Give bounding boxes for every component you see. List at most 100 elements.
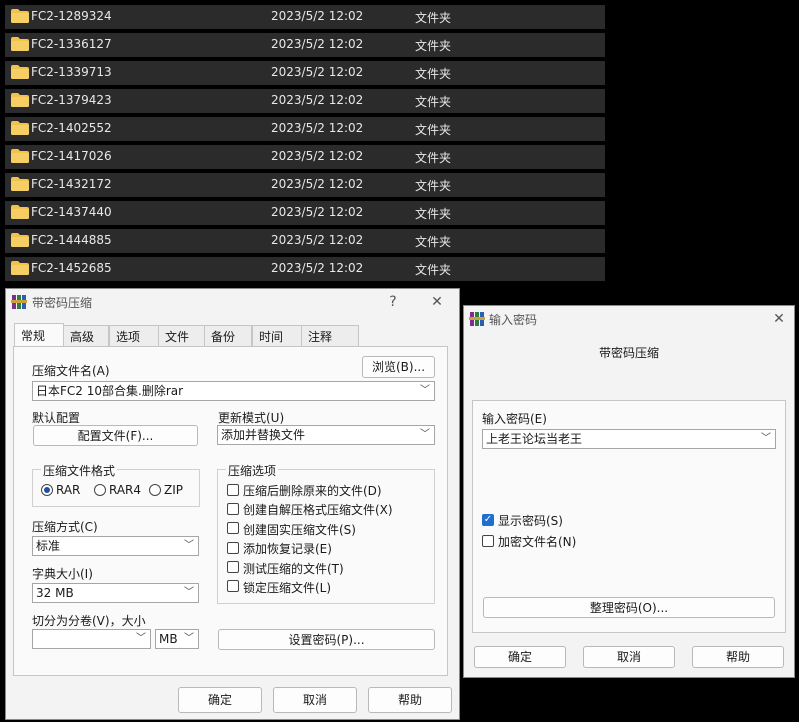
file-row[interactable]: FC2-1452685 2023/5/2 12:02 文件夹 xyxy=(5,257,605,281)
file-date: 2023/5/2 12:02 xyxy=(271,121,364,135)
chevron-down-icon[interactable]: ﹀ xyxy=(184,584,194,602)
tab-advanced[interactable]: 高级 xyxy=(63,325,109,347)
password-dialog-title: 输入密码 xyxy=(489,313,538,327)
tab-files[interactable]: 文件 xyxy=(158,325,205,347)
chevron-down-icon[interactable]: ﹀ xyxy=(136,630,146,648)
chevron-down-icon[interactable]: ﹀ xyxy=(420,426,430,444)
split-label: 切分为分卷(V)，大小 xyxy=(32,614,146,628)
method-label: 压缩方式(C) xyxy=(32,520,98,534)
tab-time[interactable]: 时间 xyxy=(252,325,302,347)
ok-button[interactable]: 确定 xyxy=(178,687,262,713)
format-rar4-label: RAR4 xyxy=(109,483,142,497)
recovery-record-label: 添加恢复记录(E) xyxy=(243,542,332,556)
file-type: 文件夹 xyxy=(415,67,452,81)
profile-button[interactable]: 配置文件(F)... xyxy=(33,425,198,446)
test-files-checkbox[interactable] xyxy=(227,561,239,573)
password-help-button[interactable]: 帮助 xyxy=(692,646,784,668)
delete-after-checkbox[interactable] xyxy=(227,484,239,496)
file-name: FC2-1437440 xyxy=(31,205,112,219)
file-name: FC2-1336127 xyxy=(31,37,112,51)
chevron-down-icon[interactable]: ﹀ xyxy=(184,537,194,555)
file-row[interactable]: FC2-1444885 2023/5/2 12:02 文件夹 xyxy=(5,229,605,253)
file-name: FC2-1417026 xyxy=(31,149,112,163)
update-mode-select[interactable]: 添加并替换文件 ﹀ xyxy=(217,425,435,445)
tab-backup[interactable]: 备份 xyxy=(204,325,252,347)
file-name: FC2-1289324 xyxy=(31,9,112,23)
recovery-record-checkbox[interactable] xyxy=(227,542,239,554)
file-row[interactable]: FC2-1379423 2023/5/2 12:02 文件夹 xyxy=(5,89,605,113)
solid-archive-checkbox[interactable] xyxy=(227,522,239,534)
archive-name-label: 压缩文件名(A) xyxy=(32,364,110,378)
close-icon[interactable]: ✕ xyxy=(426,292,448,312)
split-unit-value: MB xyxy=(159,632,178,646)
organize-passwords-button[interactable]: 整理密码(O)... xyxy=(483,597,775,618)
tab-comment[interactable]: 注释 xyxy=(301,325,359,347)
folder-icon xyxy=(11,9,29,23)
password-value: 上老王论坛当老王 xyxy=(486,432,583,446)
split-unit-select[interactable]: MB ﹀ xyxy=(155,629,199,649)
method-value: 标准 xyxy=(36,539,61,553)
solid-archive-label: 创建固实压缩文件(S) xyxy=(243,523,356,537)
file-name: FC2-1432172 xyxy=(31,177,112,191)
file-date: 2023/5/2 12:02 xyxy=(271,37,364,51)
file-row[interactable]: FC2-1432172 2023/5/2 12:02 文件夹 xyxy=(5,173,605,197)
tab-options[interactable]: 选项 xyxy=(109,325,159,347)
encrypt-names-checkbox[interactable] xyxy=(482,535,494,547)
help-icon[interactable]: ? xyxy=(382,292,404,312)
lock-archive-checkbox[interactable] xyxy=(227,580,239,592)
file-row[interactable]: FC2-1402552 2023/5/2 12:02 文件夹 xyxy=(5,117,605,141)
split-size-input[interactable]: ﹀ xyxy=(32,629,151,649)
archive-name-input[interactable]: 日本FC2 10部合集.删除rar ﹀ xyxy=(32,381,435,401)
password-ok-button[interactable]: 确定 xyxy=(474,646,566,668)
format-rar-radio[interactable] xyxy=(41,484,53,496)
lock-archive-label: 锁定压缩文件(L) xyxy=(243,581,332,595)
options-group-title: 压缩选项 xyxy=(226,462,279,479)
method-select[interactable]: 标准 ﹀ xyxy=(32,536,199,556)
file-name: FC2-1452685 xyxy=(31,261,112,275)
chevron-down-icon[interactable]: ﹀ xyxy=(184,630,194,648)
password-dialog-heading: 带密码压缩 xyxy=(599,346,660,360)
folder-icon xyxy=(11,121,29,135)
browse-button[interactable]: 浏览(B)... xyxy=(362,356,435,378)
file-date: 2023/5/2 12:02 xyxy=(271,261,364,275)
archive-dialog-titlebar[interactable]: 带密码压缩 ? ✕ xyxy=(6,289,459,315)
file-row[interactable]: FC2-1289324 2023/5/2 12:02 文件夹 xyxy=(5,5,605,29)
file-date: 2023/5/2 12:02 xyxy=(271,205,364,219)
file-row[interactable]: FC2-1336127 2023/5/2 12:02 文件夹 xyxy=(5,33,605,57)
format-zip-radio[interactable] xyxy=(149,484,161,496)
password-cancel-button[interactable]: 取消 xyxy=(583,646,675,668)
file-row[interactable]: FC2-1437440 2023/5/2 12:02 文件夹 xyxy=(5,201,605,225)
format-rar4-radio[interactable] xyxy=(94,484,106,496)
cancel-button[interactable]: 取消 xyxy=(273,687,357,713)
password-label: 输入密码(E) xyxy=(482,412,547,426)
dict-value: 32 MB xyxy=(36,586,74,600)
file-type: 文件夹 xyxy=(415,39,452,53)
default-profile-label: 默认配置 xyxy=(32,411,81,425)
file-row[interactable]: FC2-1339713 2023/5/2 12:02 文件夹 xyxy=(5,61,605,85)
folder-icon xyxy=(11,149,29,163)
tab-general[interactable]: 常规 xyxy=(14,323,64,347)
file-date: 2023/5/2 12:02 xyxy=(271,149,364,163)
show-password-checkbox[interactable]: ✓ xyxy=(482,514,494,526)
file-type: 文件夹 xyxy=(415,235,452,249)
file-date: 2023/5/2 12:02 xyxy=(271,93,364,107)
password-input[interactable]: 上老王论坛当老王 ﹀ xyxy=(482,429,776,449)
password-dialog-titlebar[interactable]: 输入密码 ✕ xyxy=(464,306,794,332)
format-rar-label: RAR xyxy=(56,483,81,497)
help-button[interactable]: 帮助 xyxy=(368,687,452,713)
encrypt-names-label: 加密文件名(N) xyxy=(498,535,577,549)
set-password-button[interactable]: 设置密码(P)... xyxy=(218,629,435,650)
file-name: FC2-1339713 xyxy=(31,65,112,79)
chevron-down-icon[interactable]: ﹀ xyxy=(761,430,771,448)
chevron-down-icon[interactable]: ﹀ xyxy=(420,382,430,400)
close-icon[interactable]: ✕ xyxy=(768,309,790,329)
folder-icon xyxy=(11,37,29,51)
test-files-label: 测试压缩的文件(T) xyxy=(243,562,344,576)
file-row[interactable]: FC2-1417026 2023/5/2 12:02 文件夹 xyxy=(5,145,605,169)
dict-select[interactable]: 32 MB ﹀ xyxy=(32,583,199,603)
file-date: 2023/5/2 12:02 xyxy=(271,177,364,191)
file-type: 文件夹 xyxy=(415,179,452,193)
create-sfx-checkbox[interactable] xyxy=(227,503,239,515)
file-type: 文件夹 xyxy=(415,123,452,137)
winrar-icon xyxy=(11,295,27,309)
